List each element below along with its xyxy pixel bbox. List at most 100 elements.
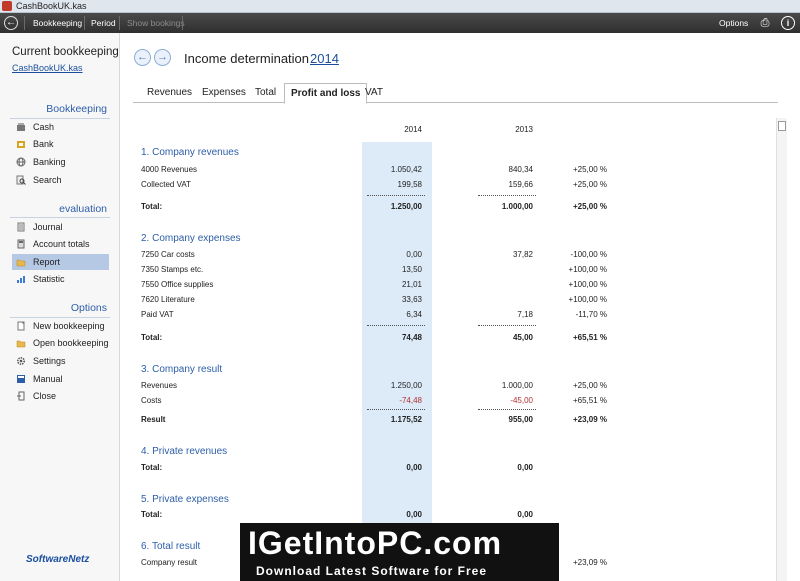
sidebar-item-label: Statistic xyxy=(33,274,65,284)
column-header-2013: 2013 xyxy=(515,125,533,134)
watermark-tagline: Download Latest Software for Free xyxy=(256,564,488,578)
info-icon[interactable]: i xyxy=(781,16,795,30)
open-folder-icon xyxy=(16,340,26,348)
total-value-2013: 0,00 xyxy=(517,463,533,472)
sidebar-section-bookkeeping: Bookkeeping xyxy=(46,103,107,115)
row-value-2013: 1.000,00 xyxy=(501,381,533,390)
tab-expenses[interactable]: Expenses xyxy=(196,83,252,103)
row-percent: +25,00 % xyxy=(572,180,607,189)
main-toolbar: ← Bookkeeping Period Show bookings Optio… xyxy=(0,13,800,33)
sidebar-item-label: Search xyxy=(33,175,62,185)
subtotal-dotted-line xyxy=(367,325,425,326)
tab-total[interactable]: Total xyxy=(249,83,282,103)
sidebar-item-search[interactable]: Search xyxy=(12,172,109,188)
row-value-2014: 6,34 xyxy=(406,310,422,319)
softwarenetz-logo: SoftwareNetz xyxy=(26,554,90,565)
row-value-2014: 21,01 xyxy=(401,280,422,289)
window-titlebar: CashBookUK.kas xyxy=(0,0,800,13)
row-value-2013: 840,34 xyxy=(508,165,533,174)
subtotal-dotted-line xyxy=(367,409,425,410)
toolbar-period[interactable]: Period xyxy=(91,13,116,33)
row-value-2014: 0,00 xyxy=(406,250,422,259)
sidebar-item-manual[interactable]: Manual xyxy=(12,371,109,387)
total-label: Total: xyxy=(141,333,163,342)
tab-revenues[interactable]: Revenues xyxy=(141,83,198,103)
printer-icon[interactable]: ⎙ xyxy=(758,16,772,30)
row-label: Paid VAT xyxy=(141,310,174,319)
subtotal-dotted-line xyxy=(478,409,536,410)
sidebar-item-settings[interactable]: Settings xyxy=(12,353,109,369)
subtotal-dotted-line xyxy=(478,195,536,196)
sidebar-item-label: Cash xyxy=(33,122,55,132)
total-value-2014: 1.175,52 xyxy=(390,415,422,424)
tab-vat[interactable]: VAT xyxy=(359,83,389,103)
back-arrow-icon[interactable]: ← xyxy=(4,16,18,30)
sidebar-item-account-totals[interactable]: Account totals xyxy=(12,236,109,252)
row-percent: +25,00 % xyxy=(572,381,607,390)
close-door-icon xyxy=(17,391,25,401)
window-title: CashBookUK.kas xyxy=(16,1,87,11)
sidebar-item-label: Settings xyxy=(33,356,66,366)
sidebar-divider xyxy=(10,217,110,218)
year-link[interactable]: 2014 xyxy=(310,51,339,66)
sidebar-item-new-bookkeeping[interactable]: New bookkeeping xyxy=(12,318,109,334)
row-label: Costs xyxy=(141,396,162,405)
row-value-2013: 159,66 xyxy=(508,180,533,189)
toolbar-options[interactable]: Options xyxy=(719,13,748,33)
toolbar-show-bookings[interactable]: Show bookings xyxy=(127,13,185,33)
sidebar-item-cash[interactable]: Cash xyxy=(12,119,109,135)
total-value-2014: 1.250,00 xyxy=(390,202,422,211)
sidebar-item-banking[interactable]: Banking xyxy=(12,154,109,170)
section-title: 2. Company expenses xyxy=(141,233,241,244)
search-icon xyxy=(16,175,26,185)
bank-icon xyxy=(17,141,25,148)
sidebar-item-label: Open bookkeeping xyxy=(33,338,109,348)
section-title: 1. Company revenues xyxy=(141,147,239,158)
toolbar-separator xyxy=(84,16,85,30)
current-bookkeeping-label: Current bookkeeping xyxy=(12,46,119,58)
total-percent: +25,00 % xyxy=(572,202,607,211)
sidebar-item-close[interactable]: Close xyxy=(12,388,109,404)
tab-profit-and-loss[interactable]: Profit and loss xyxy=(284,83,368,104)
row-value-2014: 199,58 xyxy=(397,180,422,189)
total-value-2013: 955,00 xyxy=(508,415,533,424)
section-title: 5. Private expenses xyxy=(141,494,229,505)
row-percent: +25,00 % xyxy=(572,165,607,174)
app-icon xyxy=(2,1,12,11)
row-value-2014: 33,63 xyxy=(401,295,422,304)
subtotal-dotted-line xyxy=(478,325,536,326)
row-percent: -11,70 % xyxy=(575,310,607,319)
next-arrow-icon[interactable]: → xyxy=(154,49,171,66)
sidebar-item-label: Account totals xyxy=(33,239,90,249)
row-label: Revenues xyxy=(141,381,178,390)
section-title: 3. Company result xyxy=(141,364,223,375)
sidebar-item-report[interactable]: Report xyxy=(12,254,109,270)
toolbar-separator xyxy=(119,16,120,30)
report-scrollbar[interactable] xyxy=(776,118,787,581)
toolbar-bookkeeping[interactable]: Bookkeeping xyxy=(33,13,82,33)
row-label: Company result xyxy=(141,558,198,567)
report-folder-icon xyxy=(16,259,26,267)
total-label: Total: xyxy=(141,463,163,472)
total-value-2014: 74,48 xyxy=(401,333,422,342)
statistic-chart-icon xyxy=(17,276,25,283)
total-label: Total: xyxy=(141,510,163,519)
current-bookkeeping-file-link[interactable]: CashBookUK.kas xyxy=(12,63,83,73)
sidebar-item-label: Bank xyxy=(33,139,54,149)
previous-arrow-icon[interactable]: ← xyxy=(134,49,151,66)
toolbar-separator xyxy=(182,16,183,30)
subtotal-dotted-line xyxy=(367,195,425,196)
row-value-2013: 37,82 xyxy=(512,250,533,259)
row-label: 7250 Car costs xyxy=(141,250,195,259)
column-header-2014: 2014 xyxy=(404,125,422,134)
scrollbar-thumb[interactable] xyxy=(778,121,786,131)
sidebar-item-bank[interactable]: Bank xyxy=(12,136,109,152)
row-percent: +100,00 % xyxy=(568,280,607,289)
sidebar-item-statistic[interactable]: Statistic xyxy=(12,271,109,287)
page-title: Income determination xyxy=(184,51,310,66)
new-document-icon xyxy=(17,321,25,331)
sidebar-item-open-bookkeeping[interactable]: Open bookkeeping xyxy=(12,335,109,351)
sidebar-item-journal[interactable]: Journal xyxy=(12,219,109,235)
sidebar-item-label: Banking xyxy=(33,157,66,167)
sidebar-item-label: Report xyxy=(33,257,61,267)
